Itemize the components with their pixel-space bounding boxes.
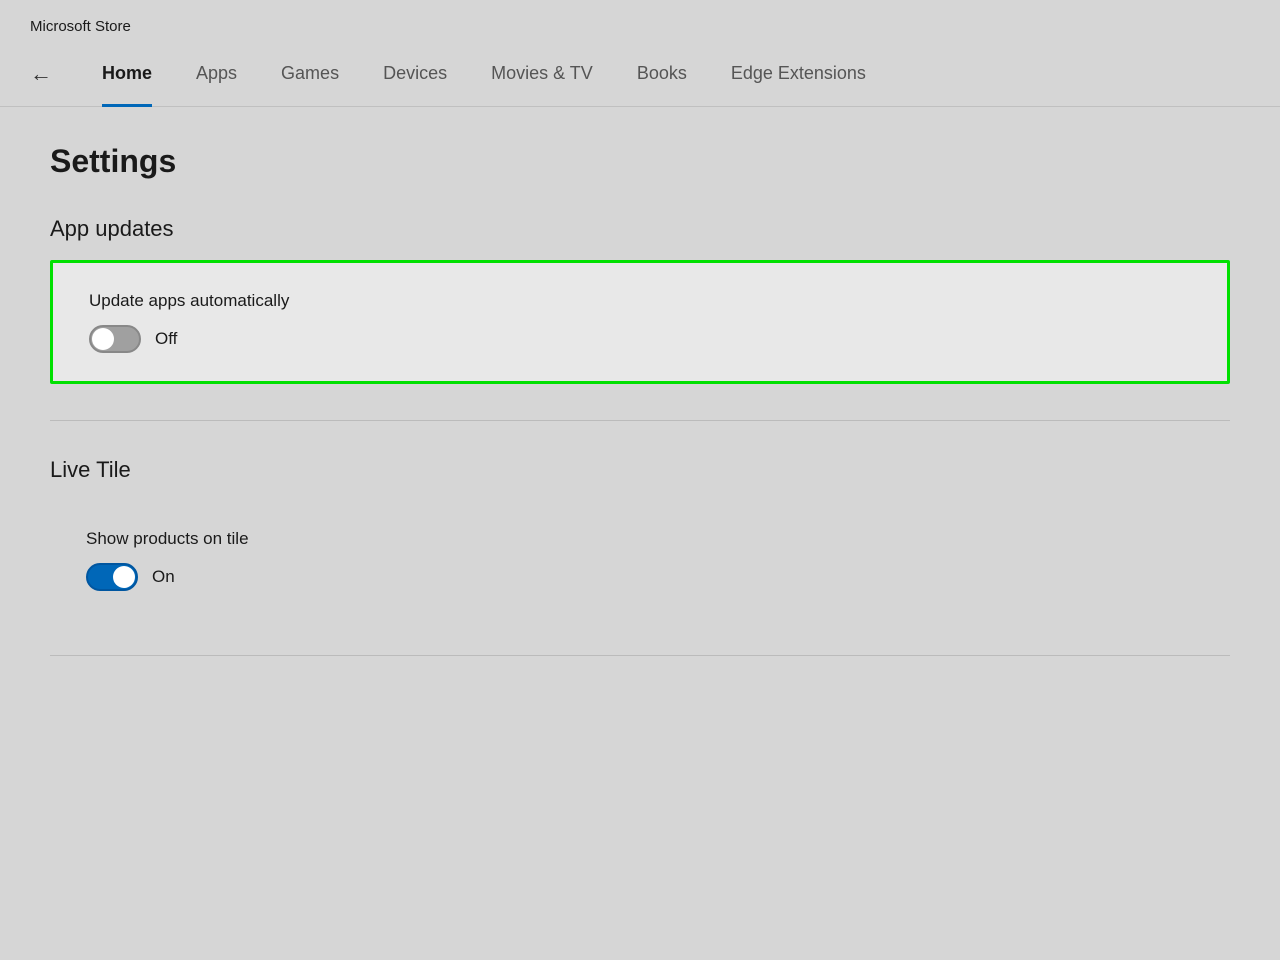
show-products-toggle[interactable]: [86, 563, 138, 591]
update-apps-automatically-card: Update apps automatically Off: [50, 260, 1230, 384]
title-bar: Microsoft Store: [0, 0, 1280, 41]
section-divider-1: [50, 420, 1230, 421]
show-products-toggle-thumb: [113, 566, 135, 588]
nav-item-apps[interactable]: Apps: [174, 41, 259, 106]
toggle-thumb: [92, 328, 114, 350]
nav-item-edge-extensions[interactable]: Edge Extensions: [709, 41, 888, 106]
back-button[interactable]: ←: [30, 45, 52, 103]
section-divider-2: [50, 655, 1230, 656]
app-updates-section-title: App updates: [50, 216, 1230, 242]
show-products-toggle-row: On: [86, 563, 1194, 591]
page-title: Settings: [50, 143, 1230, 180]
update-apps-toggle-state: Off: [155, 329, 177, 349]
show-products-on-tile-label: Show products on tile: [86, 529, 1194, 549]
update-apps-toggle-row: Off: [89, 325, 1191, 353]
app-title: Microsoft Store: [30, 18, 131, 35]
show-products-on-tile-item: Show products on tile On: [50, 501, 1230, 619]
back-icon: ←: [30, 63, 52, 85]
nav-item-devices[interactable]: Devices: [361, 41, 469, 106]
nav-item-home[interactable]: Home: [80, 41, 174, 106]
live-tile-section: Live Tile Show products on tile On: [50, 457, 1230, 619]
nav-item-movies-tv[interactable]: Movies & TV: [469, 41, 615, 106]
live-tile-section-title: Live Tile: [50, 457, 1230, 483]
nav-item-games[interactable]: Games: [259, 41, 361, 106]
update-apps-toggle[interactable]: [89, 325, 141, 353]
app-updates-section: App updates Update apps automatically Of…: [50, 216, 1230, 384]
show-products-toggle-state: On: [152, 567, 175, 587]
nav-item-books[interactable]: Books: [615, 41, 709, 106]
update-apps-automatically-label: Update apps automatically: [89, 291, 1191, 311]
nav-bar: ← Home Apps Games Devices Movies & TV Bo…: [0, 41, 1280, 107]
main-content: Settings App updates Update apps automat…: [0, 107, 1280, 728]
